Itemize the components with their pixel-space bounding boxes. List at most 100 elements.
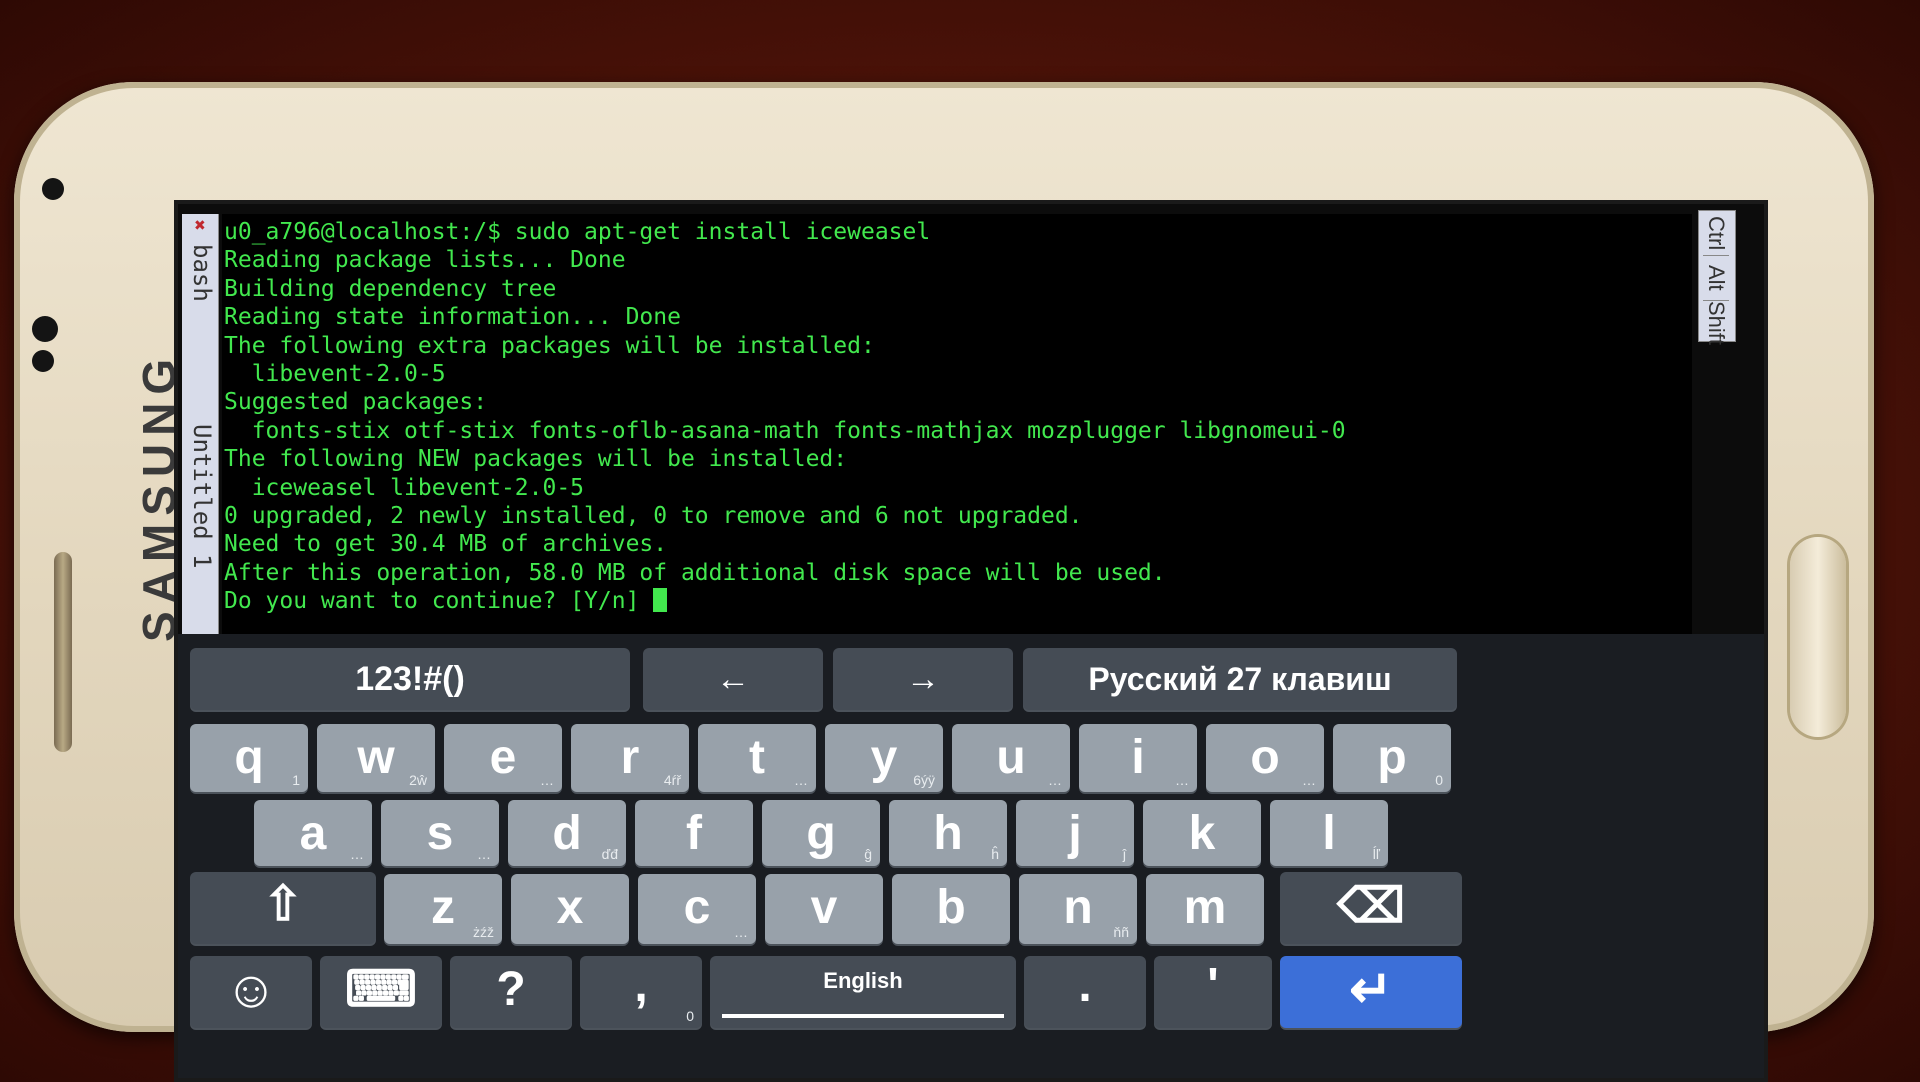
screen: ✖ bash Untitled 1 u0_a796@localhost:/$ s…	[174, 200, 1768, 1082]
terminal-line: After this operation, 58.0 MB of additio…	[224, 559, 1166, 586]
phone-body: SAMSUNG ✖ bash Untitled 1 u0_a796@localh…	[14, 82, 1874, 1082]
terminal-line: Reading state information... Done	[224, 304, 681, 331]
language-switch-key[interactable]: Русский 27 клавиш	[1023, 648, 1457, 710]
text-cursor	[653, 588, 668, 613]
key-label: j	[1068, 807, 1082, 860]
key-a[interactable]: a…	[254, 800, 372, 866]
symbols-key[interactable]: 123!#()	[190, 648, 630, 710]
key-alt-chars: ňñ	[1113, 924, 1129, 940]
soft-keyboard: 123!#() ← → Русский 27 клавиш q 1 w 2ŵ e… r 4ŕ…	[178, 634, 1764, 1078]
shift-key-kbd[interactable]: ⇧	[190, 872, 376, 944]
key-q[interactable]: q1	[190, 724, 308, 792]
key-alt-chars: …	[794, 772, 808, 788]
key-alt-chars: 2ŵ	[409, 772, 427, 788]
terminal-line: Need to get 30.4 MB of archives.	[224, 531, 668, 558]
period-key[interactable]: .	[1024, 956, 1146, 1028]
key-i[interactable]: i…	[1079, 724, 1197, 792]
key-label: x	[556, 881, 584, 934]
key-alt-chars: 4ŕř	[663, 772, 681, 788]
terminal-line: The following extra packages will be ins…	[224, 332, 875, 359]
enter-icon: ↵	[1349, 961, 1393, 1019]
key-g[interactable]: gĝ	[762, 800, 880, 866]
enter-key[interactable]: ↵	[1280, 956, 1462, 1028]
keyboard-icon: ⌨	[344, 961, 418, 1017]
tab-bash[interactable]: bash	[184, 244, 216, 302]
key-h[interactable]: hĥ	[889, 800, 1007, 866]
key-label: g	[806, 807, 836, 860]
terminal-line: Building dependency tree	[224, 275, 557, 302]
terminal-prompt-line: Do you want to continue? [Y/n]	[222, 587, 1692, 615]
key-alt-chars: …	[1302, 772, 1316, 788]
key-alt-chars: żźž	[473, 924, 494, 940]
right-arrow-key[interactable]: →	[833, 648, 1013, 710]
modifier-keys: Ctrl Alt Shift	[1698, 210, 1736, 345]
key-label: p	[1377, 731, 1407, 784]
key-label: b	[936, 881, 966, 934]
left-arrow-key[interactable]: ←	[643, 648, 823, 710]
question-key[interactable]: ?	[450, 956, 572, 1028]
comma-key[interactable]: , 0	[580, 956, 702, 1028]
keyboard-toggle-key[interactable]: ⌨	[320, 956, 442, 1028]
key-label: q	[234, 731, 264, 784]
key-o[interactable]: o…	[1206, 724, 1324, 792]
key-p[interactable]: p0	[1333, 724, 1451, 792]
emoji-key[interactable]: ☺	[190, 956, 312, 1028]
key-alt-chars: …	[540, 772, 554, 788]
terminal-prompt: Do you want to continue? [Y/n]	[224, 588, 654, 615]
key-t[interactable]: t…	[698, 724, 816, 792]
light-sensor	[32, 350, 54, 372]
key-alt-chars: 6ýÿ	[913, 772, 935, 788]
close-tab-icon[interactable]: ✖	[194, 218, 206, 234]
key-f[interactable]: f	[635, 800, 753, 866]
key-y[interactable]: y 6ýÿ	[825, 724, 943, 792]
key-v[interactable]: v	[765, 874, 883, 944]
apostrophe-key[interactable]: '	[1154, 956, 1272, 1028]
key-d[interactable]: d ďđ	[508, 800, 626, 866]
key-alt-chars: ĺľ	[1372, 846, 1380, 862]
key-l[interactable]: l ĺľ	[1270, 800, 1388, 866]
key-alt-chars: 0	[1435, 772, 1443, 788]
terminal-line: 0 upgraded, 2 newly installed, 0 to remo…	[224, 503, 1083, 530]
key-m[interactable]: m	[1146, 874, 1264, 944]
session-tabs: ✖ bash Untitled 1	[182, 214, 219, 634]
ctrl-key[interactable]: Ctrl	[1703, 211, 1729, 256]
key-alt-chars: 1	[292, 772, 300, 788]
key-n[interactable]: n ňñ	[1019, 874, 1137, 944]
key-label: l	[1322, 807, 1336, 860]
apostrophe-key-label: '	[1207, 959, 1219, 1012]
key-k[interactable]: k	[1143, 800, 1261, 866]
key-alt-chars: ďđ	[601, 846, 618, 862]
space-key[interactable]: English	[710, 956, 1016, 1028]
key-z[interactable]: z żźž	[384, 874, 502, 944]
key-r[interactable]: r 4ŕř	[571, 724, 689, 792]
shift-icon: ⇧	[262, 878, 304, 931]
key-b[interactable]: b	[892, 874, 1010, 944]
key-alt-chars: …	[1175, 772, 1189, 788]
tab-untitled[interactable]: Untitled 1	[184, 424, 216, 569]
key-x[interactable]: x	[511, 874, 629, 944]
key-alt-chars: …	[350, 846, 364, 862]
terminal-output[interactable]: u0_a796@localhost:/$ sudo apt-get instal…	[222, 214, 1692, 636]
key-alt-chars: …	[1048, 772, 1062, 788]
terminal-line: iceweasel libevent-2.0-5	[224, 474, 585, 501]
key-e[interactable]: e…	[444, 724, 562, 792]
alt-key[interactable]: Alt	[1703, 256, 1729, 301]
key-alt-chars: ĥ	[991, 846, 999, 862]
key-w[interactable]: w 2ŵ	[317, 724, 435, 792]
key-j[interactable]: jĵ	[1016, 800, 1134, 866]
key-alt-chars: …	[477, 846, 491, 862]
terminal-line: Suggested packages:	[224, 389, 488, 416]
comma-key-label: ,	[634, 959, 648, 1012]
key-label: m	[1183, 881, 1227, 934]
key-label: k	[1188, 807, 1216, 860]
backspace-key[interactable]: ⌫	[1280, 872, 1462, 944]
terminal-line: The following NEW packages will be insta…	[224, 446, 848, 473]
shift-key[interactable]: Shift	[1703, 301, 1729, 345]
terminal-line: libevent-2.0-5	[224, 361, 446, 388]
terminal-line: fonts-stix otf-stix fonts-oflb-asana-mat…	[224, 417, 1346, 444]
key-u[interactable]: u…	[952, 724, 1070, 792]
key-alt-chars: …	[734, 924, 748, 940]
home-button[interactable]	[1790, 537, 1846, 737]
key-c[interactable]: c…	[638, 874, 756, 944]
key-s[interactable]: s…	[381, 800, 499, 866]
